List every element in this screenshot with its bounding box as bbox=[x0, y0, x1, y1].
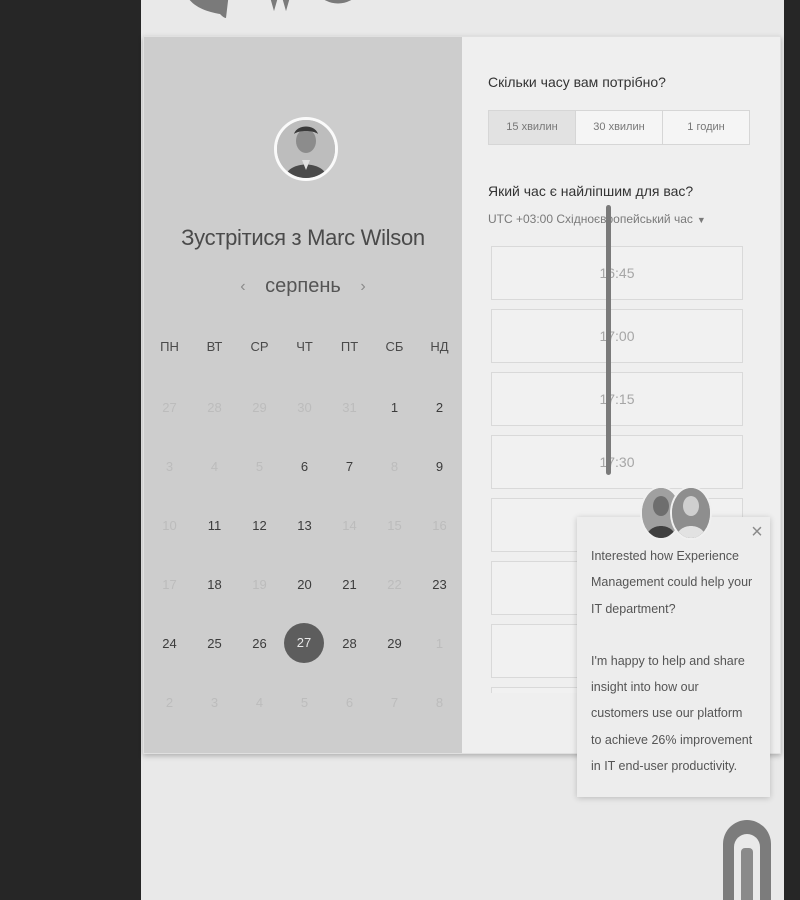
calendar-day: 3 bbox=[210, 695, 219, 710]
calendar-day: 14 bbox=[342, 518, 357, 533]
weekday-label: СР bbox=[250, 339, 269, 354]
time-slot[interactable]: 16:45 bbox=[491, 246, 743, 300]
calendar-day[interactable]: 13 bbox=[282, 511, 327, 541]
month-label: серпень bbox=[265, 275, 341, 298]
time-slot[interactable]: 17:30 bbox=[491, 435, 743, 489]
calendar-day: 5 bbox=[255, 459, 264, 474]
calendar-day: 17 bbox=[162, 577, 177, 592]
calendar-day: 4 bbox=[210, 459, 219, 474]
calendar-day: 1 bbox=[435, 636, 444, 651]
calendar-day[interactable]: 2 bbox=[417, 393, 462, 423]
chevron-left-icon[interactable]: ‹ bbox=[240, 278, 245, 296]
calendar-day: 3 bbox=[165, 459, 174, 474]
meeting-title: Зустрітися з Marc Wilson bbox=[181, 225, 425, 250]
duration-option-30[interactable]: 30 хвилин bbox=[576, 111, 663, 144]
time-slot[interactable]: 17:15 bbox=[491, 372, 743, 426]
calendar-day[interactable]: 7 bbox=[327, 452, 372, 482]
weekday-label: ВТ bbox=[206, 339, 223, 354]
timezone-select[interactable]: UTC +03:00 Східноєвропейський час ▼ bbox=[488, 212, 706, 226]
calendar-day[interactable]: 6 bbox=[282, 452, 327, 482]
weekday-label: СБ bbox=[385, 339, 404, 354]
time-slot[interactable]: 17:00 bbox=[491, 309, 743, 363]
caret-down-icon: ▼ bbox=[696, 215, 706, 225]
chat-agent-avatars bbox=[640, 486, 712, 540]
chat-message-intro: Interested how Experience Management cou… bbox=[591, 549, 753, 616]
calendar-day: 27 bbox=[162, 400, 177, 415]
time-question: Який час є найліпшим для вас? bbox=[488, 183, 694, 199]
calendar-day[interactable]: 28 bbox=[327, 629, 372, 659]
calendar-day[interactable]: 26 bbox=[237, 629, 282, 659]
calendar-day: 28 bbox=[207, 400, 222, 415]
calendar-day[interactable]: 9 bbox=[417, 452, 462, 482]
calendar-day: 4 bbox=[255, 695, 264, 710]
chevron-right-icon[interactable]: › bbox=[360, 278, 365, 296]
calendar-day: 22 bbox=[387, 577, 402, 592]
duration-option-60[interactable]: 1 годин bbox=[663, 111, 749, 144]
calendar-day: 7 bbox=[390, 695, 399, 710]
calendar-day: 19 bbox=[252, 577, 267, 592]
duration-selector: 15 хвилин 30 хвилин 1 годин bbox=[488, 110, 750, 145]
calendar-day: 10 bbox=[162, 518, 177, 533]
calendar-day: 29 bbox=[252, 400, 267, 415]
launcher-core bbox=[741, 848, 753, 900]
calendar-day[interactable]: 29 bbox=[372, 629, 417, 659]
calendar-day: 16 bbox=[432, 518, 447, 533]
calendar-day[interactable]: 24 bbox=[147, 629, 192, 659]
calendar-day: 30 bbox=[297, 400, 312, 415]
weekday-label: НД bbox=[430, 339, 449, 354]
calendar-day[interactable]: 11 bbox=[192, 511, 237, 541]
calendar-day: 15 bbox=[387, 518, 402, 533]
calendar-day: 6 bbox=[345, 695, 354, 710]
weekday-label: ПН bbox=[160, 339, 179, 354]
calendar-day-selected[interactable]: 27 bbox=[284, 623, 324, 663]
chat-message-body: I'm happy to help and share insight into… bbox=[591, 653, 753, 774]
host-photo bbox=[277, 120, 335, 178]
duration-option-15[interactable]: 15 хвилин bbox=[489, 111, 576, 144]
close-icon[interactable]: × bbox=[749, 522, 765, 542]
calendar-day[interactable]: 1 bbox=[372, 393, 417, 423]
chat-launcher-icon[interactable] bbox=[723, 820, 771, 900]
month-navigation: ‹ серпень › bbox=[144, 275, 462, 298]
calendar-day: 8 bbox=[435, 695, 444, 710]
host-avatar bbox=[274, 117, 338, 181]
brand-logo bbox=[189, 0, 352, 18]
calendar-day[interactable]: 18 bbox=[192, 570, 237, 600]
calendar-day[interactable]: 20 bbox=[282, 570, 327, 600]
calendar-day[interactable]: 25 bbox=[192, 629, 237, 659]
duration-question: Скільки часу вам потрібно? bbox=[488, 74, 666, 90]
weekday-label: ЧТ bbox=[296, 339, 313, 354]
slot-list-scrollbar[interactable] bbox=[606, 205, 611, 475]
calendar-day[interactable]: 12 bbox=[237, 511, 282, 541]
calendar-day: 31 bbox=[342, 400, 357, 415]
weekday-label: ПТ bbox=[340, 339, 359, 354]
calendar-day: 8 bbox=[390, 459, 399, 474]
calendar-day[interactable]: 21 bbox=[327, 570, 372, 600]
chat-popup: Interested how Experience Management cou… bbox=[577, 517, 770, 797]
calendar-panel: Зустрітися з Marc Wilson ‹ серпень › ПН В… bbox=[144, 37, 462, 753]
calendar-day: 5 bbox=[300, 695, 309, 710]
timezone-label: UTC +03:00 Східноєвропейський час bbox=[488, 212, 693, 226]
agent-avatar bbox=[670, 486, 712, 540]
calendar-day[interactable]: 23 bbox=[417, 570, 462, 600]
calendar-day: 2 bbox=[165, 695, 174, 710]
